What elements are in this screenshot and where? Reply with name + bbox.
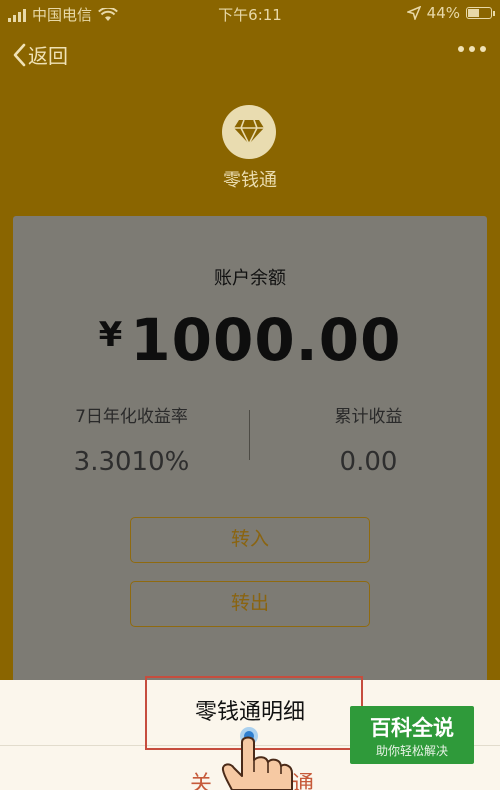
product-name: 零钱通: [223, 170, 277, 191]
watermark-title: 百科全说: [370, 716, 454, 740]
status-bar: 中国电信 下午6:11 44%: [0, 0, 500, 28]
balance-amount: ¥1000.00: [13, 306, 487, 374]
watermark-logo: 百科全说 助你轻松解决: [350, 706, 474, 764]
watermark-subtitle: 助你轻松解决: [375, 744, 448, 758]
account-card: 账户余额 ¥1000.00 7日年化收益率 3.3010% 累计收益 0.00 …: [13, 216, 487, 686]
back-button[interactable]: 返回: [12, 40, 68, 69]
screen: 中国电信 下午6:11 44% 返回 零钱通 账户余额 ¥ 1000.00 7日…: [0, 0, 500, 790]
stat-label: 累计收益: [334, 407, 403, 427]
transfer-out-button[interactable]: 转出: [130, 581, 370, 627]
currency-symbol: ¥: [98, 315, 123, 355]
diamond-glyph: [234, 119, 264, 145]
close-label-head: 关: [190, 772, 213, 790]
transfer-in-button[interactable]: 转入: [130, 517, 370, 563]
nav-bar: 返回: [0, 36, 500, 76]
location-arrow-icon: [406, 6, 421, 20]
stat-annual-yield: 7日年化收益率 3.3010%: [13, 402, 250, 477]
chevron-left-icon: [13, 43, 26, 66]
balance-value: 1000.00: [130, 306, 402, 374]
more-dots-icon[interactable]: [458, 46, 486, 52]
stat-value: 0.00: [339, 447, 398, 477]
diamond-icon: [222, 105, 276, 159]
tap-hand-icon: [221, 727, 293, 790]
back-label: 返回: [28, 44, 68, 68]
balance-title: 账户余额: [214, 268, 286, 289]
stat-total-earnings: 累计收益 0.00: [250, 402, 487, 477]
status-right: 44%: [406, 4, 495, 22]
stat-label: 7日年化收益率: [75, 407, 188, 427]
stat-value: 3.3010%: [73, 447, 190, 477]
battery-percent: 44%: [426, 4, 460, 22]
battery-icon: [466, 7, 495, 19]
battery-fill: [468, 9, 479, 17]
